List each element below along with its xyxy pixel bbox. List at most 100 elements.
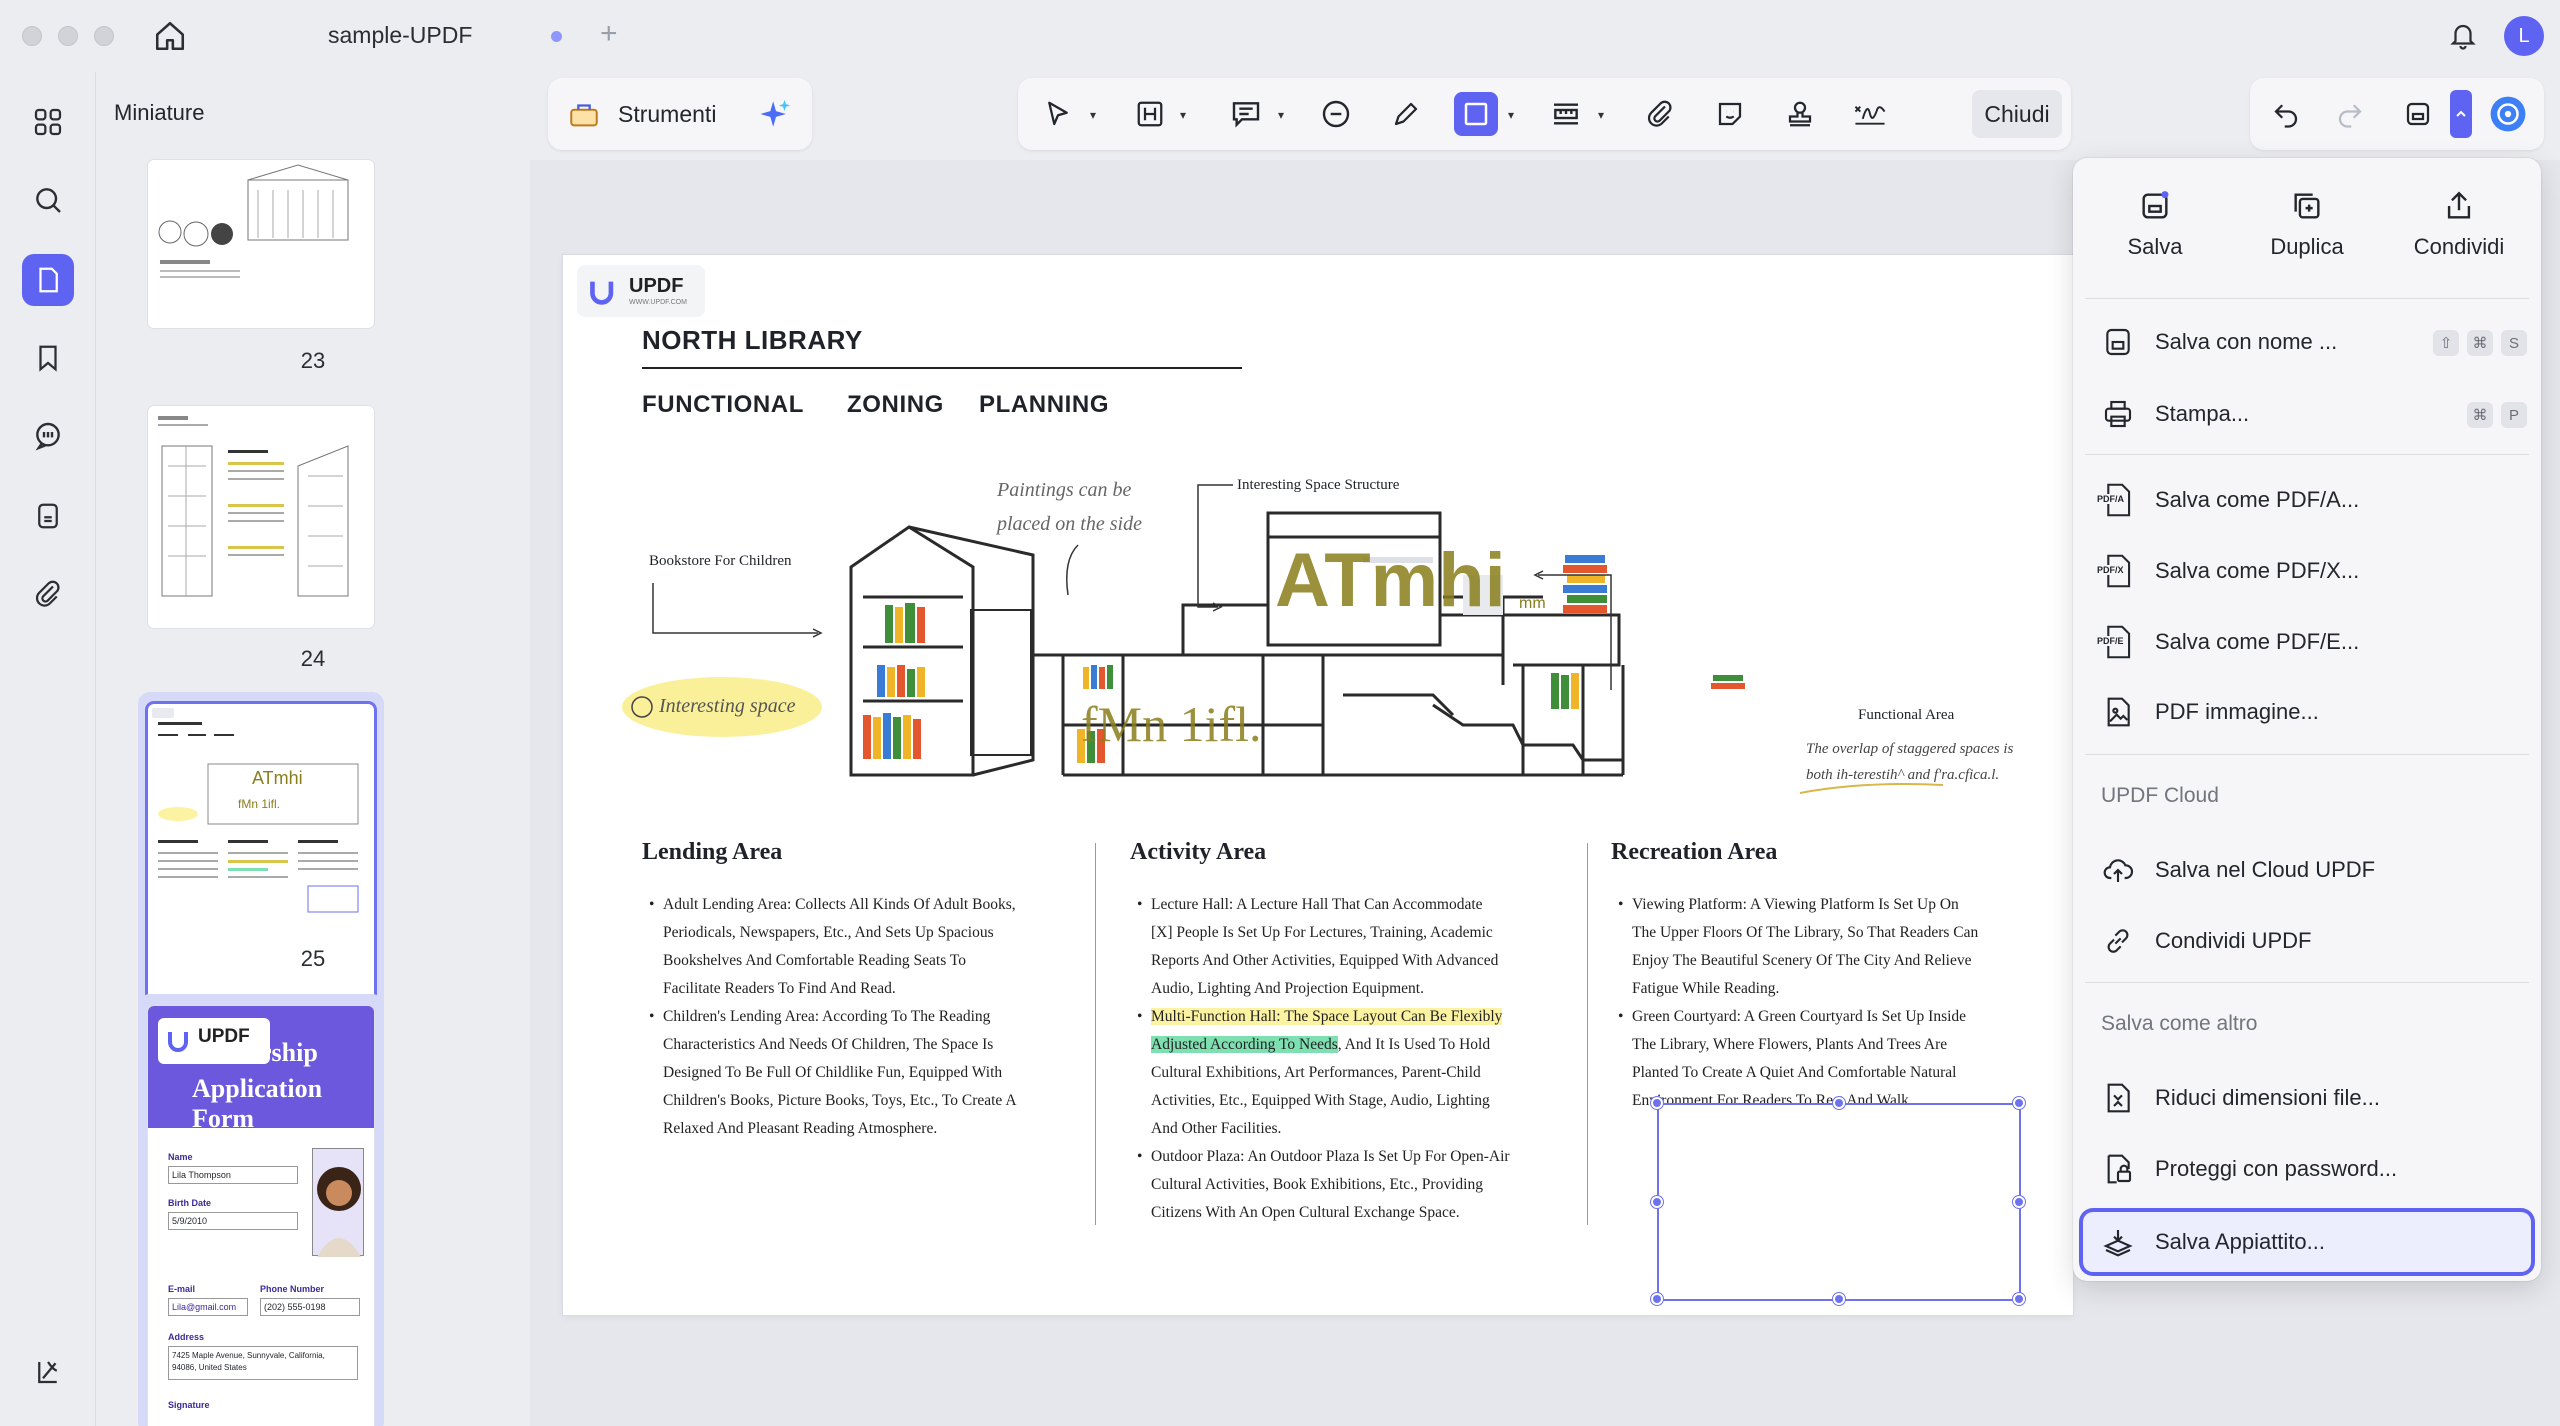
list-text: Adult Lending Area: Collects All Kinds O…: [663, 896, 1016, 913]
menu-item-protect-password[interactable]: Proteggi con password...: [2083, 1139, 2531, 1199]
chevron-down-icon[interactable]: ▾: [1278, 108, 1284, 122]
menu-item-share-updf[interactable]: Condividi UPDF: [2083, 911, 2531, 971]
signature-tool-button[interactable]: [1848, 92, 1892, 136]
rectangle-tool-button[interactable]: [1454, 92, 1498, 136]
comments-button[interactable]: [22, 410, 74, 462]
thumbnails-grid-button[interactable]: [22, 96, 74, 148]
sparkle-icon: [760, 99, 791, 127]
document-tab-title[interactable]: sample-UPDF: [328, 22, 472, 49]
zoom-window-button[interactable]: [94, 26, 114, 46]
redo-icon: [2338, 104, 2362, 128]
label-overlap-1: The overlap of staggered spaces is: [1806, 741, 2014, 757]
resize-handle[interactable]: [1651, 1097, 1663, 1109]
chevron-down-icon[interactable]: ▾: [1508, 108, 1514, 122]
attachments-button[interactable]: [22, 568, 74, 620]
highlighted-text[interactable]: Multi-Function Hall: The Space Layout Ca…: [1151, 1008, 1503, 1025]
save-menu-button[interactable]: [2396, 92, 2440, 136]
save-as-icon: [2106, 328, 2130, 356]
chevron-down-icon[interactable]: ▾: [1090, 108, 1096, 122]
list-line: Reports And Other Activities, Equipped W…: [1137, 947, 1557, 975]
pencil-icon: [1394, 102, 1418, 126]
resize-handle[interactable]: [2013, 1196, 2025, 1208]
paperclip-icon: [1647, 100, 1672, 127]
callout-tool-button[interactable]: [1314, 92, 1358, 136]
home-button[interactable]: [150, 16, 190, 56]
resize-handle[interactable]: [1833, 1293, 1845, 1305]
resize-handle[interactable]: [1651, 1196, 1663, 1208]
history-toolbar: [2250, 78, 2544, 150]
undo-button[interactable]: [2264, 92, 2308, 136]
pdfe-icon: PDF/E: [2095, 619, 2141, 665]
menu-item-save-flattened[interactable]: Salva Appiattito...: [2083, 1212, 2531, 1272]
menu-save-button[interactable]: Salva: [2085, 184, 2225, 260]
chevron-down-icon[interactable]: ▾: [1180, 108, 1186, 122]
notifications-button[interactable]: [2443, 16, 2483, 56]
list-line: Designed To Be Full Of Childlike Fun, Eq…: [649, 1059, 1069, 1087]
pages-panel-button[interactable]: [22, 254, 74, 306]
column-divider: [1095, 843, 1096, 1225]
highlight-tool-button[interactable]: [1128, 92, 1172, 136]
layers-button[interactable]: [22, 1346, 74, 1398]
pencil-tool-button[interactable]: [1384, 92, 1428, 136]
page-thumbnail-24[interactable]: [148, 406, 374, 628]
shortcut-command-key: ⌘: [2467, 402, 2493, 428]
resize-handle[interactable]: [1651, 1293, 1663, 1305]
menu-item-print[interactable]: Stampa... ⌘ P: [2083, 384, 2531, 444]
person-photo-icon: [317, 1167, 361, 1257]
page-number-label: 23: [300, 348, 326, 373]
page-thumbnail-26[interactable]: UPDF rship Application Form Name Lila Th…: [148, 1006, 374, 1426]
select-tool-button[interactable]: [1036, 92, 1080, 136]
updf-ai-button[interactable]: [2486, 92, 2530, 136]
recreation-area-list: Viewing Platform: A Viewing Platform Is …: [1618, 891, 2048, 1115]
user-avatar[interactable]: L: [2504, 16, 2544, 56]
forms-button[interactable]: [22, 490, 74, 542]
save-dropdown-menu: Salva Duplica Condividi Salva con nome .…: [2073, 158, 2541, 1281]
chevron-down-icon[interactable]: ▾: [1598, 108, 1604, 122]
close-window-button[interactable]: [22, 26, 42, 46]
menu-share-button[interactable]: Condividi: [2389, 184, 2529, 260]
bookmarks-button[interactable]: [22, 332, 74, 384]
cloud-upload-icon: [2103, 859, 2134, 882]
list-line: Cultural Exhibitions, Art Performances, …: [1137, 1059, 1557, 1087]
new-tab-button[interactable]: +: [600, 16, 618, 52]
flatten-icon: [2103, 1230, 2133, 1257]
menu-item-save-cloud[interactable]: Salva nel Cloud UPDF: [2083, 840, 2531, 900]
ai-assistant-button[interactable]: [754, 92, 798, 136]
save-menu-toggle[interactable]: [2450, 90, 2472, 138]
ruler-icon: [1554, 103, 1578, 125]
layers-icon: [38, 1361, 58, 1384]
menu-duplicate-button[interactable]: Duplica: [2237, 184, 2377, 260]
thumbnail-preview: [158, 164, 349, 278]
attach-file-button[interactable]: [1638, 92, 1682, 136]
close-comment-mode-button[interactable]: Chiudi: [1972, 90, 2062, 138]
tools-label[interactable]: Strumenti: [618, 101, 716, 128]
resize-handle[interactable]: [2013, 1293, 2025, 1305]
stamp-tool-button[interactable]: [1778, 92, 1822, 136]
list-text: Lecture Hall: A Lecture Hall That Can Ac…: [1151, 896, 1483, 913]
redo-button[interactable]: [2328, 92, 2372, 136]
resize-handle[interactable]: [1833, 1097, 1845, 1109]
menu-item-save-as[interactable]: Salva con nome ... ⇧ ⌘ S: [2083, 312, 2531, 372]
highlighted-text[interactable]: Adjusted According To Needs: [1151, 1036, 1338, 1053]
menu-item-compress[interactable]: Riduci dimensioni file...: [2083, 1068, 2531, 1128]
menu-item-save-pdfe[interactable]: PDF/E Salva come PDF/E...: [2083, 612, 2531, 672]
list-line: And Other Facilities.: [1137, 1115, 1557, 1143]
menu-item-save-pdfa[interactable]: PDF/A Salva come PDF/A...: [2083, 470, 2531, 530]
comment-tool-button[interactable]: [1224, 92, 1268, 136]
minimize-window-button[interactable]: [58, 26, 78, 46]
list-line: Green Courtyard: A Green Courtyard Is Se…: [1618, 1003, 2048, 1031]
ocr-overlay-lower: fMn 1ifl.: [1081, 696, 1262, 752]
pdfa-icon: PDF/A: [2095, 477, 2141, 523]
menu-item-save-pdfx[interactable]: PDF/X Salva come PDF/X...: [2083, 541, 2531, 601]
menu-item-image-pdf[interactable]: PDF immagine...: [2083, 682, 2531, 742]
home-icon: [155, 21, 185, 51]
pdf-page[interactable]: UPDF WWW.UPDF.COM NORTH LIBRARY FUNCTION…: [563, 255, 2073, 1315]
selected-rectangle-annotation[interactable]: [1651, 1097, 2025, 1305]
label-structure: Interesting Space Structure: [1237, 477, 1400, 493]
sticker-tool-button[interactable]: [1708, 92, 1752, 136]
measure-tool-button[interactable]: [1544, 92, 1588, 136]
tools-button[interactable]: [562, 92, 606, 136]
page-thumbnail-23[interactable]: [148, 160, 374, 328]
search-button[interactable]: [22, 174, 74, 226]
resize-handle[interactable]: [2013, 1097, 2025, 1109]
